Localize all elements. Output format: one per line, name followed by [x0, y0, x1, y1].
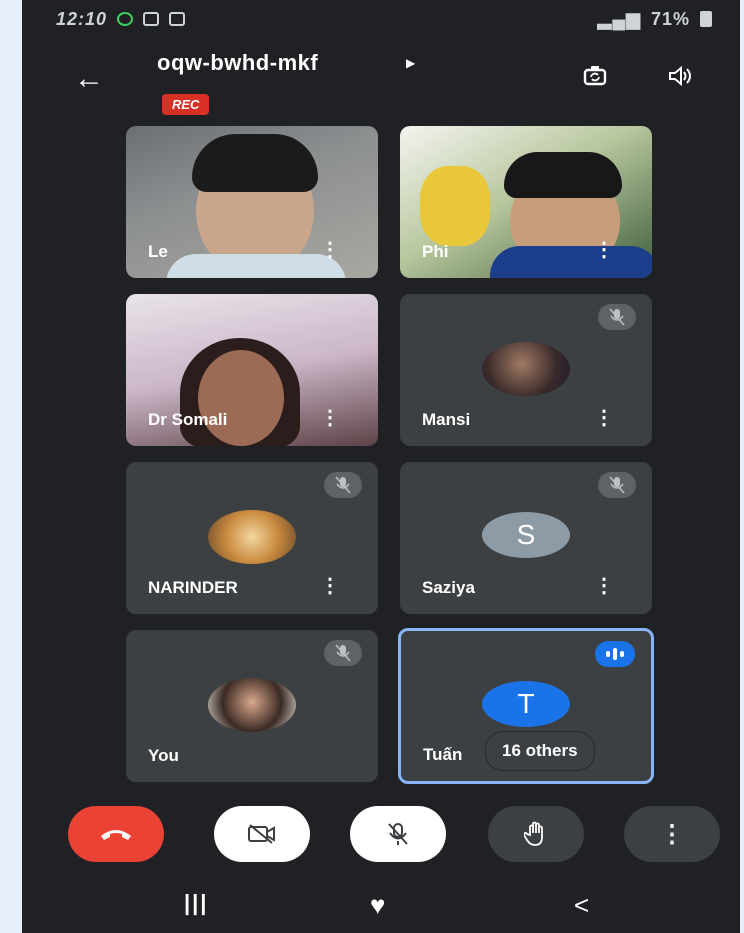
participant-name: Le: [148, 242, 168, 261]
more-vert-icon: ⋮: [660, 820, 684, 848]
gallery-notification-icon: [169, 12, 186, 26]
signal-icon: ▂▄▆: [597, 8, 641, 29]
raise-hand-button[interactable]: [488, 806, 584, 862]
mic-off-icon: [324, 640, 362, 666]
participant-tile-le[interactable]: Le ⋮: [126, 126, 378, 278]
more-vert-icon[interactable]: ⋮: [594, 573, 614, 598]
video-feed: [198, 350, 284, 446]
others-count-button[interactable]: 16 others: [485, 731, 595, 771]
camera-switch-icon[interactable]: [582, 64, 608, 88]
participant-name: Mansi: [422, 410, 471, 429]
battery-level: 71%: [650, 8, 690, 29]
camera-off-icon: [248, 824, 275, 844]
participant-tile-you[interactable]: You: [126, 630, 378, 782]
mic-off-icon: [388, 823, 408, 845]
audio-level-icon: [595, 641, 635, 667]
arrow-left-icon[interactable]: ←: [74, 62, 104, 96]
participant-name: Phi: [422, 242, 449, 261]
speaker-icon[interactable]: [667, 64, 693, 88]
avatar: [208, 678, 296, 732]
more-vert-icon[interactable]: ⋮: [320, 405, 340, 430]
participant-name: NARINDER: [148, 578, 238, 597]
recording-badge: REC: [162, 94, 210, 115]
meet-call-screen: 12:10 ▂▄▆ 71% ← oqw-bwhd-mkf ▶ REC Le ⋮ …: [22, 0, 740, 933]
participant-tile-tuan[interactable]: T Tuấn 16 others: [398, 628, 654, 784]
phone-hangup-icon: [101, 830, 131, 840]
status-bar: 12:10 ▂▄▆ 71%: [22, 0, 740, 38]
participant-tile-phi[interactable]: Phi ⋮: [400, 126, 652, 278]
camera-toggle-button[interactable]: [214, 806, 310, 862]
participant-tile-narinder[interactable]: NARINDER ⋮: [126, 462, 378, 614]
more-options-button[interactable]: ⋮: [624, 806, 720, 862]
hand-icon: [524, 821, 543, 846]
avatar: S: [482, 512, 570, 558]
participant-name: You: [148, 746, 179, 765]
avatar: T: [482, 681, 570, 727]
video-notification-icon: [143, 12, 160, 26]
more-vert-icon[interactable]: ⋮: [594, 237, 614, 262]
more-vert-icon[interactable]: ⋮: [320, 237, 340, 262]
mic-toggle-button[interactable]: [350, 806, 446, 862]
battery-icon: [700, 11, 712, 27]
caret-right-icon[interactable]: ▶: [406, 56, 415, 70]
back-nav-icon[interactable]: <: [574, 890, 589, 921]
whatsapp-icon: [117, 12, 134, 26]
more-vert-icon[interactable]: ⋮: [594, 405, 614, 430]
mic-off-icon: [598, 304, 636, 330]
participant-tile-saziya[interactable]: S Saziya ⋮: [400, 462, 652, 614]
system-nav-bar: ||| ♥ <: [22, 880, 740, 933]
meeting-code[interactable]: oqw-bwhd-mkf: [157, 50, 318, 76]
meeting-header: ← oqw-bwhd-mkf ▶ REC: [22, 40, 740, 120]
participant-tile-dr-somali[interactable]: Dr Somali ⋮: [126, 294, 378, 446]
end-call-button[interactable]: [68, 806, 164, 862]
avatar: [208, 510, 296, 564]
participant-tile-mansi[interactable]: Mansi ⋮: [400, 294, 652, 446]
status-time: 12:10: [56, 8, 108, 29]
home-icon[interactable]: ♥: [370, 890, 385, 921]
mic-off-icon: [324, 472, 362, 498]
participant-name: Dr Somali: [148, 410, 228, 429]
recent-apps-icon[interactable]: |||: [184, 890, 208, 916]
call-controls: ⋮: [22, 800, 740, 870]
more-vert-icon[interactable]: ⋮: [320, 573, 340, 598]
avatar: [482, 342, 570, 396]
participant-name: Tuấn: [423, 745, 463, 764]
participant-name: Saziya: [422, 578, 475, 597]
mic-off-icon: [598, 472, 636, 498]
